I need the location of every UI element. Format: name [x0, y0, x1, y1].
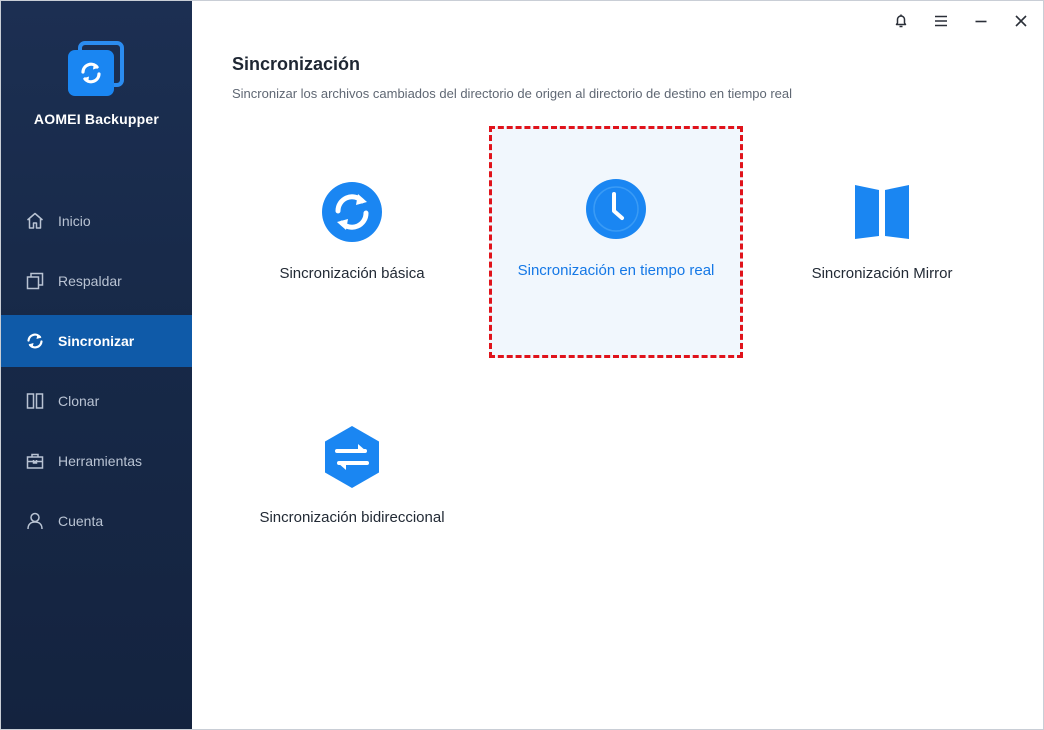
sidebar-item-cuenta[interactable]: Cuenta [1, 495, 192, 547]
bell-icon [895, 14, 907, 28]
option-two-way-sync[interactable]: Sincronización bidireccional [225, 373, 479, 605]
menu-icon [935, 15, 947, 27]
backup-icon [26, 272, 44, 290]
option-basic-sync[interactable]: Sincronización básica [225, 129, 479, 361]
sidebar-item-label: Sincronizar [58, 333, 135, 349]
option-mirror-sync[interactable]: Sincronización Mirror [755, 129, 1009, 361]
aomei-logo-icon [67, 41, 126, 99]
option-label: Sincronización bidireccional [259, 509, 445, 526]
option-label: Sincronización básica [279, 265, 425, 282]
app-name: AOMEI Backupper [33, 111, 160, 127]
page-subtitle: Sincronizar los archivos cambiados del d… [232, 86, 793, 101]
sidebar-item-label: Clonar [58, 393, 100, 409]
sidebar-item-inicio[interactable]: Inicio [1, 195, 192, 247]
sync-icon [27, 333, 43, 349]
option-label: Sincronización en tiempo real [517, 262, 715, 279]
sidebar-item-label: Herramientas [58, 453, 143, 469]
sidebar-item-respaldar[interactable]: Respaldar [1, 255, 192, 307]
minimize-button[interactable] [969, 9, 993, 33]
clone-icon [26, 393, 44, 409]
sidebar: AOMEI Backupper Inicio Respaldar Sincron… [1, 1, 192, 729]
option-realtime-sync[interactable]: Sincronización en tiempo real [489, 126, 743, 358]
basic-sync-icon [322, 182, 382, 242]
sidebar-item-label: Respaldar [58, 273, 122, 289]
sidebar-item-sincronizar[interactable]: Sincronizar [1, 315, 192, 367]
sidebar-item-clonar[interactable]: Clonar [1, 375, 192, 427]
mirror-icon [855, 185, 909, 239]
minimize-icon [975, 20, 987, 23]
sidebar-item-herramientas[interactable]: Herramientas [1, 435, 192, 487]
toolbox-icon [26, 453, 44, 469]
notifications-button[interactable] [889, 9, 913, 33]
close-icon [1015, 15, 1027, 27]
page-title: Sincronización [232, 54, 361, 74]
menu-button[interactable] [929, 9, 953, 33]
option-label: Sincronización Mirror [811, 265, 953, 282]
sidebar-item-label: Inicio [58, 213, 91, 229]
two-way-sync-icon [325, 426, 379, 488]
close-button[interactable] [1009, 9, 1033, 33]
app-logo: AOMEI Backupper [1, 41, 192, 127]
user-icon [27, 512, 43, 530]
app-window: AOMEI Backupper Inicio Respaldar Sincron… [0, 0, 1044, 730]
sidebar-nav: Inicio Respaldar Sincronizar Clonar Herr… [1, 195, 192, 555]
home-icon [27, 212, 43, 229]
sidebar-item-label: Cuenta [58, 513, 104, 529]
clock-icon [586, 179, 646, 239]
